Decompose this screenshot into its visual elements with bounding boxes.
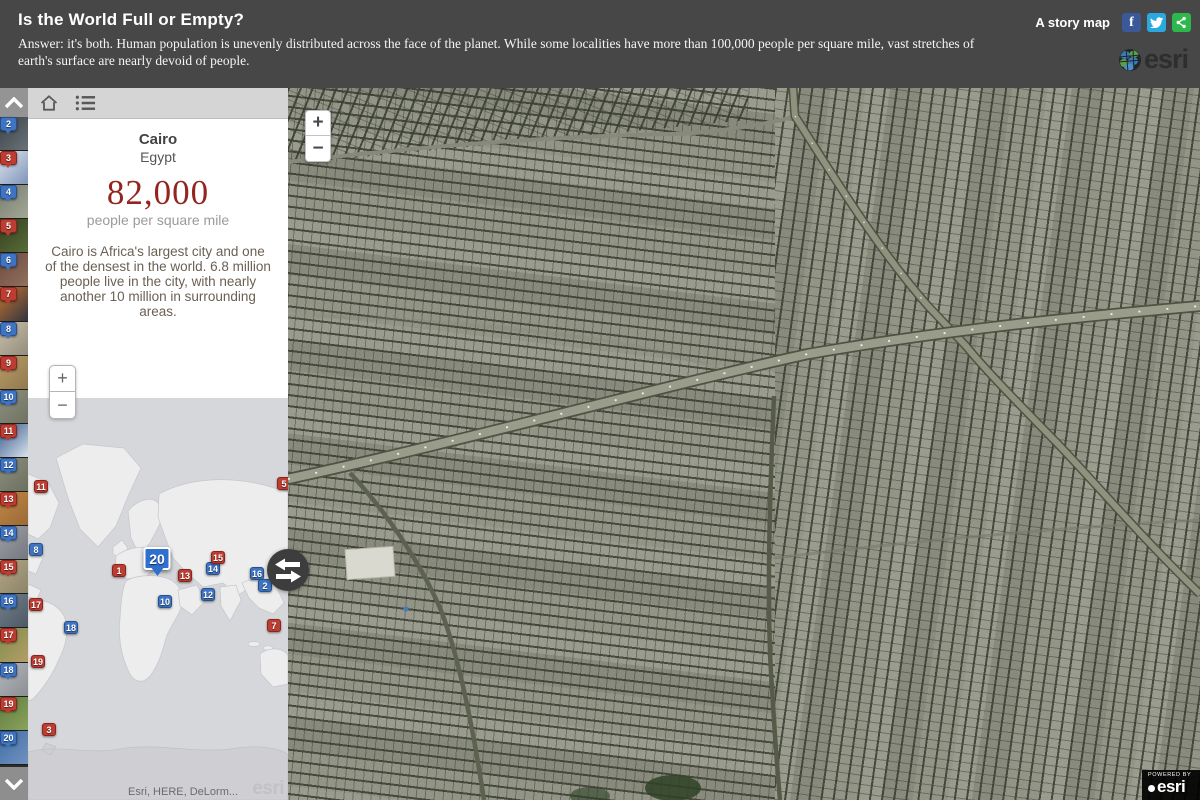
- map-zoom-control: + −: [305, 110, 331, 162]
- thumbnail-item-9[interactable]: 9: [0, 355, 28, 390]
- thumbnail-item-16[interactable]: 16: [0, 594, 28, 629]
- density-value: 82,000: [106, 173, 210, 212]
- map-attribution: Esri, HERE, DeLorm...: [128, 786, 239, 798]
- density-unit: people per square mile: [86, 212, 230, 228]
- home-icon: [40, 95, 58, 111]
- thumbnail-number-badge: 15: [0, 560, 17, 578]
- minimap-marker-18[interactable]: 18: [63, 621, 79, 634]
- thumbnail-number-badge: 4: [0, 185, 17, 203]
- thumbnail-item-14[interactable]: 14: [0, 526, 28, 561]
- thumbnail-number-badge: 10: [0, 389, 17, 407]
- minimap-marker-1[interactable]: 1: [112, 564, 126, 577]
- esri-logo[interactable]: esri: [1118, 44, 1189, 75]
- panel-toggle-button[interactable]: [267, 549, 309, 591]
- thumbnail-item-20[interactable]: 20: [0, 730, 28, 765]
- thumbnail-list: 2 3 4 5 6 7 8 9 10 11 12 13 14 15 16 17 18 19 20: [0, 117, 28, 765]
- minimap-marker-19[interactable]: 19: [30, 655, 46, 668]
- thumbnail-item-18[interactable]: 18: [0, 662, 28, 697]
- thumbnail-number-badge: 6: [0, 253, 17, 271]
- thumbnail-number-badge: 13: [0, 492, 17, 510]
- thumbnail-item-6[interactable]: 6: [0, 253, 28, 288]
- map-zoom-in-button[interactable]: +: [305, 110, 331, 136]
- satellite-imagery: [288, 88, 1200, 800]
- thumbnail-item-10[interactable]: 10: [0, 389, 28, 424]
- list-icon: [75, 95, 95, 111]
- story-map-label: A story map: [1035, 15, 1110, 30]
- minimap-marker-11[interactable]: 11: [34, 480, 48, 493]
- minimap-marker-5[interactable]: 5: [277, 477, 288, 490]
- swap-arrows-icon: [275, 558, 301, 582]
- thumbnail-number-badge: 12: [0, 457, 17, 475]
- thumbnail-number-badge: 5: [0, 219, 17, 237]
- page-subtitle: Answer: it's both. Human population is u…: [18, 36, 975, 68]
- powered-by-esri-logo[interactable]: POWERED BY esri: [1142, 770, 1200, 800]
- thumbnail-item-8[interactable]: 8: [0, 321, 28, 356]
- thumbnail-number-badge: 14: [0, 526, 17, 544]
- esri-wordmark: esri: [1143, 44, 1189, 74]
- minimap-zoom-out-button[interactable]: −: [49, 392, 76, 419]
- thumbnail-item-2[interactable]: 2: [0, 117, 28, 152]
- thumbnail-item-17[interactable]: 17: [0, 628, 28, 663]
- overview-minimap[interactable]: 5118114151316212101718719320 Esri, HERE,…: [28, 398, 288, 800]
- thumbnail-strip: 2 3 4 5 6 7 8 9 10 11 12 13 14 15 16 17 18 19 20: [0, 88, 28, 800]
- minimap-zoom-control: + −: [49, 365, 76, 419]
- thumbnail-item-5[interactable]: 5: [0, 219, 28, 254]
- minimap-marker-7[interactable]: 7: [267, 619, 281, 632]
- thumbnail-number-badge: 17: [0, 628, 17, 646]
- twitter-icon[interactable]: [1147, 13, 1166, 32]
- thumbnail-item-12[interactable]: 12: [0, 457, 28, 493]
- scroll-up-button[interactable]: [0, 88, 28, 117]
- thumbnail-number-badge: 9: [0, 355, 17, 373]
- country-name: Egypt: [140, 149, 176, 165]
- minimap-marker-10[interactable]: 10: [157, 595, 173, 608]
- thumbnail-number-badge: 11: [0, 423, 17, 441]
- facebook-icon[interactable]: f: [1122, 13, 1141, 32]
- scroll-down-button[interactable]: [0, 767, 28, 800]
- thumbnail-number-badge: 8: [0, 321, 17, 339]
- chevron-down-icon: [4, 778, 24, 790]
- main-map[interactable]: + − POWERED BY esri: [267, 88, 1200, 800]
- minimap-zoom-in-button[interactable]: +: [49, 365, 76, 392]
- thumbnail-item-7[interactable]: 7: [0, 287, 28, 322]
- city-name: Cairo: [138, 131, 178, 148]
- thumbnail-number-badge: 19: [0, 696, 17, 714]
- thumbnail-item-4[interactable]: 4: [0, 185, 28, 220]
- thumbnail-number-badge: 18: [0, 662, 17, 680]
- thumbnail-number-badge: 3: [0, 151, 17, 169]
- share-icon[interactable]: [1172, 13, 1191, 32]
- road-network: [288, 88, 1200, 800]
- esri-watermark: esri: [252, 778, 284, 799]
- thumbnail-item-19[interactable]: 19: [0, 696, 28, 731]
- powered-by-brand: esri: [1148, 778, 1200, 795]
- city-info: Cairo Egypt 82,000 people per square mil…: [28, 118, 288, 398]
- city-description: Cairo is Africa's largest city and one o…: [45, 244, 271, 320]
- minimap-marker-20-selected[interactable]: 20: [143, 547, 171, 570]
- thumbnail-number-badge: 2: [0, 117, 17, 134]
- esri-globe-icon: [1118, 48, 1141, 71]
- home-button[interactable]: [38, 92, 60, 114]
- thumbnail-number-badge: 16: [0, 594, 17, 612]
- header: Is the World Full or Empty? Answer: it's…: [0, 0, 1200, 88]
- map-zoom-out-button[interactable]: −: [305, 136, 331, 162]
- thumbnail-item-3[interactable]: 3: [0, 151, 28, 186]
- minimap-marker-17[interactable]: 17: [28, 598, 44, 611]
- minimap-markers: 5118114151316212101718719320: [28, 398, 288, 800]
- thumbnail-item-15[interactable]: 15: [0, 560, 28, 595]
- minimap-marker-12[interactable]: 12: [200, 588, 216, 601]
- panel-toolbar: [28, 88, 288, 119]
- page-title: Is the World Full or Empty?: [18, 10, 245, 29]
- minimap-marker-8[interactable]: 8: [29, 543, 43, 556]
- minimap-marker-15[interactable]: 15: [210, 551, 226, 564]
- list-button[interactable]: [74, 92, 96, 114]
- thumbnail-number-badge: 7: [0, 287, 17, 305]
- chevron-up-icon: [4, 96, 24, 108]
- thumbnail-item-13[interactable]: 13: [0, 492, 28, 527]
- side-panel: Cairo Egypt 82,000 people per square mil…: [28, 88, 288, 800]
- minimap-marker-3[interactable]: 3: [42, 723, 56, 736]
- thumbnail-number-badge: 20: [0, 730, 17, 748]
- thumbnail-item-11[interactable]: 11: [0, 423, 28, 458]
- minimap-marker-13[interactable]: 13: [177, 569, 193, 582]
